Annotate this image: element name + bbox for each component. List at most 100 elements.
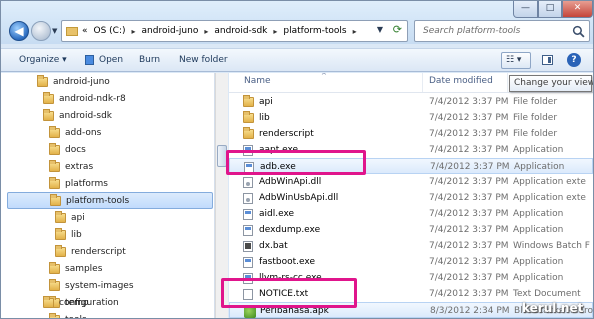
apk-icon — [244, 306, 256, 318]
breadcrumb-os-c[interactable]: OS (C:) — [94, 26, 126, 36]
dll-icon — [243, 193, 253, 204]
file-date: 7/4/2012 3:37 PM — [429, 241, 509, 251]
file-row[interactable]: aapt.exe 7/4/2012 3:37 PM Application — [229, 142, 593, 158]
folder-icon — [243, 127, 254, 139]
recent-pages-dropdown-icon[interactable]: ▼ — [52, 28, 59, 35]
file-row[interactable]: AdbWinApi.dll 7/4/2012 3:37 PM Applicati… — [229, 174, 593, 190]
tree-item-add-ons[interactable]: add-ons — [49, 124, 101, 141]
folder-icon — [49, 278, 60, 291]
nav-scroll-thumb[interactable] — [217, 145, 227, 167]
tree-item-platform-tools[interactable]: platform-tools — [7, 192, 213, 209]
file-type: Windows Batch F — [513, 241, 590, 251]
search-input[interactable]: Search platform-tools — [414, 20, 590, 42]
file-row[interactable]: AdbWinUsbApi.dll 7/4/2012 3:37 PM Applic… — [229, 190, 593, 206]
tree-item-system-images[interactable]: system-images — [49, 277, 134, 294]
file-type: Application exte — [513, 193, 586, 203]
sort-ascending-icon: ^ — [321, 73, 327, 80]
tree-item-label: android-sdk — [59, 110, 113, 121]
breadcrumb-separator[interactable]: ▸ — [132, 27, 136, 36]
tree-item-configuration[interactable]: configuration — [43, 294, 119, 311]
maximize-button[interactable]: □ — [538, 1, 562, 18]
close-button[interactable]: ✕ — [562, 1, 593, 18]
refresh-icon[interactable]: ⟳ — [393, 24, 402, 36]
tree-item-label: docs — [65, 144, 86, 155]
help-button[interactable]: ? — [567, 53, 581, 67]
folder-icon — [55, 244, 66, 257]
file-name: NOTICE.txt — [259, 289, 309, 299]
tree-item-docs[interactable]: docs — [49, 141, 86, 158]
folder-icon — [55, 210, 66, 223]
column-header-name[interactable]: Name — [244, 76, 271, 86]
tree-item-android-sdk[interactable]: android-sdk — [43, 107, 112, 124]
file-name: Peribahasa.apk — [260, 306, 329, 316]
folder-icon — [49, 261, 60, 274]
open-button[interactable]: Open — [99, 55, 123, 65]
forward-button[interactable] — [31, 21, 51, 41]
exe-icon — [243, 257, 253, 268]
file-row[interactable]: lib 7/4/2012 3:37 PM File folder — [229, 110, 593, 126]
dll-icon — [243, 177, 253, 188]
breadcrumb-platform-tools[interactable]: platform-tools — [283, 26, 346, 36]
file-row[interactable]: fastboot.exe 7/4/2012 3:37 PM Applicatio… — [229, 254, 593, 270]
burn-button[interactable]: Burn — [139, 55, 160, 65]
change-view-button[interactable]: ☷ ▾ — [501, 52, 531, 69]
column-header-date[interactable]: Date modified — [429, 76, 493, 86]
address-bar[interactable]: « OS (C:) ▸ android-juno ▸ android-sdk ▸… — [61, 20, 408, 42]
file-row[interactable]: dx.bat 7/4/2012 3:37 PM Windows Batch F — [229, 238, 593, 254]
tree-item-platforms[interactable]: platforms — [49, 175, 108, 192]
breadcrumb-android-juno[interactable]: android-juno — [142, 26, 199, 36]
file-type: Application — [514, 162, 565, 172]
organize-button[interactable]: Organize ▾ — [19, 55, 67, 65]
txt-icon — [243, 289, 253, 300]
tree-item-lib[interactable]: lib — [55, 226, 82, 243]
file-row[interactable]: dexdump.exe 7/4/2012 3:37 PM Application — [229, 222, 593, 238]
search-icon[interactable] — [572, 25, 585, 38]
tree-item-android-juno[interactable]: android-juno — [37, 73, 110, 90]
tree-item-label: system-images — [65, 280, 134, 291]
file-date: 7/4/2012 3:37 PM — [429, 145, 509, 155]
exe-icon — [244, 162, 254, 173]
file-name: dx.bat — [259, 241, 288, 251]
tree-item-label: configuration — [59, 297, 119, 308]
file-row[interactable]: aidl.exe 7/4/2012 3:37 PM Application — [229, 206, 593, 222]
address-dropdown-icon[interactable]: ▼ — [377, 25, 383, 34]
back-button[interactable]: ◀ — [9, 21, 29, 41]
new-folder-button[interactable]: New folder — [179, 55, 228, 65]
breadcrumb-separator[interactable]: ▸ — [273, 27, 277, 36]
file-list: ^ Name Date modified api 7/4/2012 3:37 P… — [229, 73, 593, 318]
breadcrumb-android-sdk[interactable]: android-sdk — [214, 26, 267, 36]
tooltip: Change your view. — [509, 75, 593, 92]
folder-icon — [49, 159, 60, 172]
file-type: File folder — [513, 129, 558, 139]
exe-icon — [243, 209, 253, 220]
nav-scrollbar[interactable] — [215, 73, 228, 318]
file-row[interactable]: renderscript 7/4/2012 3:37 PM File folde… — [229, 126, 593, 142]
column-divider[interactable] — [507, 73, 508, 92]
tree-item-label: lib — [71, 229, 82, 240]
exe-icon — [243, 225, 253, 236]
tree-item-android-ndk-r8[interactable]: android-ndk-r8 — [43, 90, 126, 107]
file-row[interactable]: llvm-rs-cc.exe 7/4/2012 3:37 PM Applicat… — [229, 270, 593, 286]
tree-item-api[interactable]: api — [55, 209, 85, 226]
address-overflow[interactable]: « — [82, 26, 88, 36]
preview-pane-icon[interactable] — [542, 55, 553, 65]
navigation-pane: android-juno android-ndk-r8 android-sdk … — [1, 73, 215, 318]
minimize-button[interactable]: — — [513, 1, 538, 18]
file-row-selected[interactable]: adb.exe 7/4/2012 3:37 PM Application — [229, 158, 593, 174]
tree-item-label: android-ndk-r8 — [59, 93, 126, 104]
file-row[interactable]: NOTICE.txt 7/4/2012 3:37 PM Text Documen… — [229, 286, 593, 302]
folder-icon — [43, 91, 54, 104]
folder-icon — [37, 74, 48, 87]
column-divider[interactable] — [422, 73, 423, 92]
tree-item-renderscript[interactable]: renderscript — [55, 243, 126, 260]
watermark: kerul.net — [522, 301, 584, 315]
tree-item-tools[interactable]: tools — [49, 311, 87, 318]
tree-item-samples[interactable]: samples — [49, 260, 102, 277]
file-name: lib — [259, 113, 270, 123]
file-row[interactable]: api 7/4/2012 3:37 PM File folder — [229, 94, 593, 110]
file-name: renderscript — [259, 129, 314, 139]
breadcrumb-separator[interactable]: ▸ — [204, 27, 208, 36]
breadcrumb-separator[interactable]: ▸ — [353, 27, 357, 36]
file-type: Application — [513, 225, 564, 235]
tree-item-extras[interactable]: extras — [49, 158, 93, 175]
